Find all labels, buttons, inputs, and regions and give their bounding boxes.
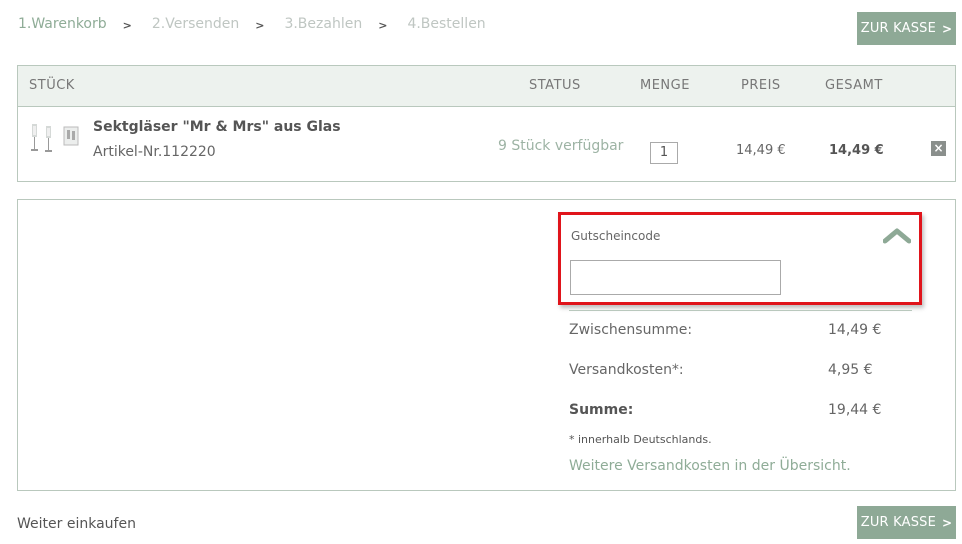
shipping-label: Versandkosten*: bbox=[569, 362, 684, 378]
close-icon: × bbox=[933, 141, 944, 155]
checkout-button-bottom[interactable]: ZUR KASSE > bbox=[857, 506, 956, 539]
coupon-label: Gutscheincode bbox=[571, 229, 661, 243]
coupon-input[interactable] bbox=[570, 260, 781, 295]
checkout-button-label: ZUR KASSE bbox=[860, 515, 937, 530]
coupon-section: Gutscheincode bbox=[558, 212, 922, 305]
checkout-button-top[interactable]: ZUR KASSE > bbox=[857, 12, 956, 45]
step-versenden: 2.Versenden bbox=[151, 16, 240, 32]
cart-table-header: STÜCK STATUS MENGE PREIS GESAMT bbox=[18, 66, 955, 107]
chevron-right-icon: > bbox=[255, 18, 265, 32]
shipping-note: * innerhalb Deutschlands. bbox=[569, 433, 712, 446]
header-item: STÜCK bbox=[29, 78, 75, 93]
total-label: Summe: bbox=[569, 402, 634, 418]
step-bezahlen: 3.Bezahlen bbox=[284, 16, 363, 32]
total-value: 19,44 € bbox=[828, 402, 882, 418]
article-number: Artikel-Nr.112220 bbox=[93, 144, 216, 160]
item-total: 14,49 € bbox=[829, 143, 884, 158]
shipping-value: 4,95 € bbox=[828, 362, 873, 378]
step-warenkorb[interactable]: 1.Warenkorb bbox=[18, 16, 107, 32]
header-total: GESAMT bbox=[825, 78, 883, 93]
checkout-steps: 1.Warenkorb > 2.Versenden > 3.Bezahlen >… bbox=[18, 14, 486, 34]
stock-status: 9 Stück verfügbar bbox=[498, 138, 624, 154]
summary-panel: Gutscheincode Zwischensumme: 14,49 € Ver… bbox=[17, 199, 956, 491]
chevron-right-icon: > bbox=[122, 18, 132, 32]
checkout-button-label: ZUR KASSE bbox=[860, 21, 937, 36]
step-bestellen: 4.Bestellen bbox=[407, 16, 486, 32]
cart-table: STÜCK STATUS MENGE PREIS GESAMT Sektgläs… bbox=[17, 65, 956, 182]
subtotal-value: 14,49 € bbox=[828, 322, 882, 338]
continue-shopping-link[interactable]: Weiter einkaufen bbox=[17, 516, 136, 532]
shipping-costs-link[interactable]: Weitere Versandkosten in der Übersicht. bbox=[569, 458, 851, 474]
header-status: STATUS bbox=[529, 78, 581, 93]
remove-item-button[interactable]: × bbox=[931, 141, 946, 156]
chevron-right-icon: > bbox=[942, 515, 953, 530]
header-quantity: MENGE bbox=[640, 78, 690, 93]
divider bbox=[569, 310, 912, 311]
item-price: 14,49 € bbox=[736, 143, 786, 158]
product-name[interactable]: Sektgläser "Mr & Mrs" aus Glas bbox=[93, 119, 341, 135]
chevron-right-icon: > bbox=[378, 18, 388, 32]
product-thumbnail[interactable] bbox=[28, 122, 82, 160]
chevron-up-icon[interactable] bbox=[883, 226, 911, 246]
quantity-input[interactable]: 1 bbox=[650, 142, 678, 164]
subtotal-label: Zwischensumme: bbox=[569, 322, 693, 338]
chevron-right-icon: > bbox=[942, 21, 953, 36]
header-price: PREIS bbox=[741, 78, 781, 93]
